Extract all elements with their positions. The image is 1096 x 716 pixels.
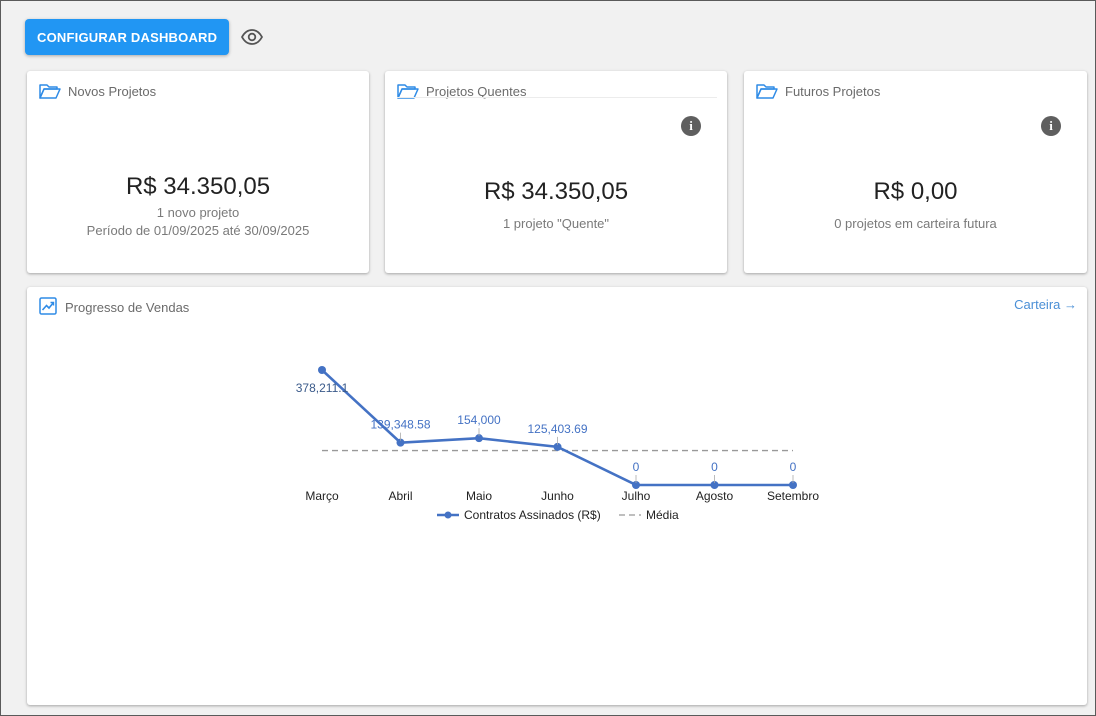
carteira-link[interactable]: Carteira →	[1014, 297, 1077, 312]
panel-title-label: Progresso de Vendas	[65, 300, 190, 315]
data-point	[318, 366, 326, 374]
panel-title: Progresso de Vendas	[39, 297, 189, 318]
data-label: 0	[633, 460, 640, 474]
card-novos-projetos: Novos Projetos R$ 34.350,05 1 novo proje…	[27, 71, 369, 273]
trending-up-icon	[39, 297, 57, 318]
info-icon[interactable]: i	[1041, 116, 1061, 136]
legend-marker-contratos	[444, 511, 452, 519]
card-title: Novos Projetos	[39, 83, 156, 99]
info-icon[interactable]: i	[681, 116, 701, 136]
data-label: 125,403.69	[527, 422, 587, 436]
data-label: 139,348.58	[370, 418, 430, 432]
card-subtitle: 0 projetos em carteira futura	[834, 216, 997, 231]
data-label: 378,211.1	[296, 381, 349, 395]
card-subtitle: 1 projeto "Quente"	[502, 216, 610, 231]
card-amount: R$ 34.350,05	[125, 173, 271, 200]
card-title-label: Futuros Projetos	[785, 83, 881, 99]
card-title-label: Novos Projetos	[68, 83, 157, 99]
legend-label-contratos: Contratos Assinados (R$)	[464, 508, 601, 522]
folder-open-icon	[39, 83, 61, 99]
card-projetos-quentes: Projetos Quentes i R$ 34.350,05 1 projet…	[385, 71, 727, 273]
card-divider	[397, 97, 717, 98]
x-tick-label: Agosto	[696, 489, 734, 503]
toolbar: CONFIGURAR DASHBOARD	[25, 19, 267, 55]
card-amount: R$ 0,00	[873, 178, 958, 205]
x-tick-label: Maio	[466, 489, 492, 503]
x-tick-label: Junho	[541, 489, 574, 503]
sales-progress-panel: Progresso de Vendas Carteira → 378,211.1…	[27, 287, 1087, 705]
folder-open-icon	[756, 83, 778, 99]
eye-icon[interactable]	[237, 22, 267, 52]
data-label: 154,000	[457, 413, 501, 427]
data-label: 0	[790, 460, 797, 474]
card-futuros-projetos: Futuros Projetos i R$ 0,00 0 projetos em…	[744, 71, 1087, 273]
card-amount: R$ 34.350,05	[483, 178, 629, 205]
legend-label-media: Média	[646, 508, 679, 522]
sales-chart: 378,211.1139,348.58 154,000125,403.690 0 0 …	[296, 366, 819, 522]
card-subtitle: 1 novo projeto	[156, 205, 240, 220]
data-label: 0	[711, 460, 718, 474]
card-period: Período de 01/09/2025 até 30/09/2025	[86, 223, 310, 238]
card-title: Futuros Projetos	[756, 83, 880, 99]
x-tick-label: Setembro	[767, 489, 819, 503]
configure-dashboard-button[interactable]: CONFIGURAR DASHBOARD	[25, 19, 230, 55]
x-tick-label: Abril	[388, 489, 412, 503]
x-tick-label: Julho	[622, 489, 651, 503]
x-tick-label: Março	[305, 489, 339, 503]
